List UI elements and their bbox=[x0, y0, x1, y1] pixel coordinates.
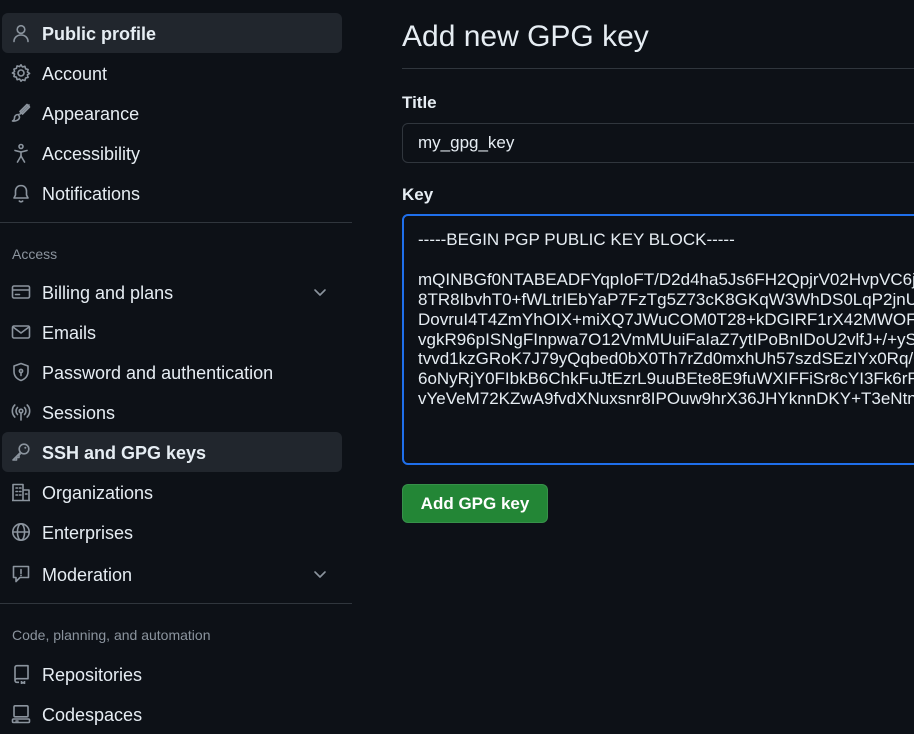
sidebar-item-account[interactable]: Account bbox=[2, 53, 342, 93]
sidebar-item-label: Billing and plans bbox=[42, 283, 174, 303]
sidebar-item-label: Codespaces bbox=[42, 705, 143, 725]
sidebar-item-ssh-gpg-keys[interactable]: SSH and GPG keys bbox=[2, 432, 342, 472]
main-content: Add new GPG key Title Key -----BEGIN PGP… bbox=[402, 0, 914, 728]
sidebar-item-label: Notifications bbox=[42, 184, 141, 204]
paintbrush-icon bbox=[11, 103, 31, 123]
page-title: Add new GPG key bbox=[402, 20, 649, 53]
sidebar-item-label: Enterprises bbox=[42, 523, 134, 543]
mail-icon bbox=[11, 322, 31, 342]
add-gpg-key-button[interactable]: Add GPG key bbox=[402, 484, 548, 523]
sidebar-item-sessions[interactable]: Sessions bbox=[2, 392, 342, 432]
title-divider bbox=[402, 68, 914, 69]
accessibility-icon bbox=[11, 143, 31, 163]
title-field-label: Title bbox=[402, 93, 437, 112]
sidebar-item-public-profile[interactable]: Public profile bbox=[2, 13, 342, 53]
chevron-down-icon[interactable] bbox=[312, 284, 328, 300]
sidebar-item-label: Public profile bbox=[42, 24, 157, 44]
sidebar-item-label: Appearance bbox=[42, 104, 140, 124]
sidebar-item-notifications[interactable]: Notifications bbox=[2, 173, 342, 213]
sidebar-item-label: Organizations bbox=[42, 483, 154, 503]
report-icon bbox=[11, 564, 31, 584]
sidebar-item-label: Repositories bbox=[42, 665, 143, 685]
sidebar-divider bbox=[0, 222, 352, 223]
key-textarea[interactable]: -----BEGIN PGP PUBLIC KEY BLOCK----- mQI… bbox=[402, 214, 914, 465]
settings-sidebar: Public profile Account Appearance Access… bbox=[0, 0, 352, 728]
sidebar-item-moderation[interactable]: Moderation bbox=[2, 554, 342, 594]
title-input[interactable] bbox=[402, 123, 914, 163]
person-icon bbox=[11, 23, 31, 43]
section-heading-code: Code, planning, and automation bbox=[12, 627, 211, 643]
sidebar-divider bbox=[0, 603, 352, 604]
sidebar-item-label: Accessibility bbox=[42, 144, 141, 164]
sidebar-item-emails[interactable]: Emails bbox=[2, 312, 342, 352]
sidebar-item-label: Emails bbox=[42, 323, 97, 343]
bell-icon bbox=[11, 183, 31, 203]
sidebar-item-billing[interactable]: Billing and plans bbox=[2, 272, 342, 312]
chevron-down-icon[interactable] bbox=[312, 566, 328, 582]
organization-icon bbox=[11, 482, 31, 502]
sidebar-item-codespaces[interactable]: Codespaces bbox=[2, 694, 342, 734]
sidebar-item-appearance[interactable]: Appearance bbox=[2, 93, 342, 133]
sidebar-item-label: SSH and GPG keys bbox=[42, 443, 207, 463]
sidebar-item-label: Sessions bbox=[42, 403, 116, 423]
sidebar-item-accessibility[interactable]: Accessibility bbox=[2, 133, 342, 173]
sidebar-item-repositories[interactable]: Repositories bbox=[2, 654, 342, 694]
sidebar-item-label: Password and authentication bbox=[42, 363, 274, 383]
sidebar-item-label: Moderation bbox=[42, 565, 133, 585]
broadcast-icon bbox=[11, 402, 31, 422]
section-heading-access: Access bbox=[12, 246, 58, 262]
key-field-label: Key bbox=[402, 185, 434, 204]
sidebar-item-label: Account bbox=[42, 64, 108, 84]
gear-icon bbox=[11, 63, 31, 83]
globe-icon bbox=[11, 522, 31, 542]
shield-lock-icon bbox=[11, 362, 31, 382]
key-icon bbox=[11, 442, 31, 462]
codespaces-icon bbox=[11, 704, 31, 724]
sidebar-item-organizations[interactable]: Organizations bbox=[2, 472, 342, 512]
sidebar-item-password-auth[interactable]: Password and authentication bbox=[2, 352, 342, 392]
credit-card-icon bbox=[11, 282, 31, 302]
repo-icon bbox=[11, 664, 31, 684]
sidebar-item-enterprises[interactable]: Enterprises bbox=[2, 512, 342, 552]
